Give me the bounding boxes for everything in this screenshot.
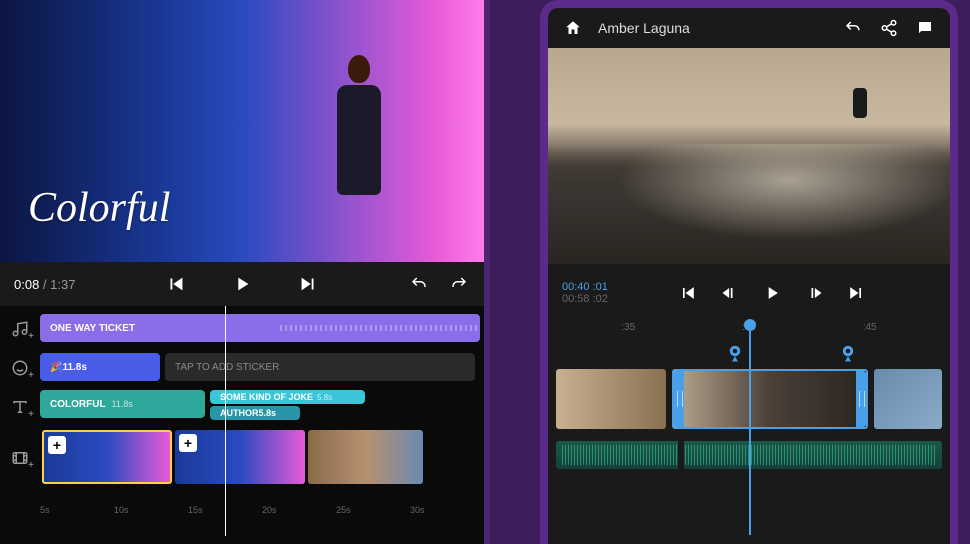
playback-bar: 0:08 / 1:37: [0, 262, 484, 306]
preview-wave: [548, 144, 950, 264]
timeline: [548, 341, 950, 469]
sticker-clip[interactable]: 🎉 11.8s: [40, 353, 160, 381]
playback-controls: [608, 283, 936, 303]
trim-handle-left[interactable]: [674, 371, 684, 427]
skip-back-button[interactable]: [678, 283, 698, 303]
undo-icon[interactable]: [842, 17, 864, 39]
prev-button[interactable]: [165, 273, 187, 295]
video-preview[interactable]: Colorful: [0, 0, 484, 262]
video-clip-3[interactable]: [308, 430, 423, 484]
video-clip-1[interactable]: + 35.8s: [42, 430, 172, 484]
add-sticker-prompt[interactable]: TAP TO ADD STICKER: [165, 353, 475, 381]
text-clip-joke[interactable]: SOME KIND OF JOKE5.8s: [210, 390, 365, 404]
preview-surfer: [840, 88, 880, 143]
video-clip-1[interactable]: [556, 369, 666, 429]
next-button[interactable]: [297, 273, 319, 295]
playhead[interactable]: [749, 325, 751, 535]
sticker-track: + 🎉 11.8s TAP TO ADD STICKER: [0, 351, 484, 385]
video-track: + + 35.8s +: [0, 429, 484, 487]
playback-controls: [85, 273, 398, 295]
project-title: Amber Laguna: [598, 20, 828, 36]
skip-fwd-button[interactable]: [846, 283, 866, 303]
music-icon[interactable]: +: [0, 312, 40, 346]
sticker-icon[interactable]: +: [0, 351, 40, 385]
playhead[interactable]: [225, 306, 226, 536]
title-overlay: Colorful: [28, 184, 170, 232]
playback-bar: 00:40 :01 00:58 :02: [548, 264, 950, 322]
marker-icon[interactable]: [726, 343, 744, 365]
undo-button[interactable]: [408, 273, 430, 295]
timecode-display: 00:40 :01 00:58 :02: [562, 281, 608, 305]
video-clip-2-selected[interactable]: [672, 369, 868, 429]
video-preview[interactable]: [548, 48, 950, 264]
frame-back-button[interactable]: [720, 283, 740, 303]
marker-icon[interactable]: [839, 343, 857, 365]
add-clip-button[interactable]: +: [179, 434, 197, 452]
text-clip-author[interactable]: AUTHOR5.8s: [210, 406, 300, 420]
audio-track: + ONE WAY TICKET: [0, 312, 484, 346]
time-display: 0:08 / 1:37: [14, 277, 75, 292]
video-clip-3[interactable]: [874, 369, 942, 429]
text-clip-main[interactable]: COLORFUL11.8s: [40, 390, 205, 418]
home-icon[interactable]: [562, 17, 584, 39]
history-controls: [408, 273, 470, 295]
play-button[interactable]: [231, 273, 253, 295]
app-header: Amber Laguna: [548, 8, 950, 48]
share-icon[interactable]: [878, 17, 900, 39]
audio-clip[interactable]: ONE WAY TICKET: [40, 314, 480, 342]
timeline: + ONE WAY TICKET + 🎉 11.8s TAP TO ADD ST…: [0, 306, 484, 515]
text-track: + COLORFUL11.8s SOME KIND OF JOKE5.8s AU…: [0, 390, 484, 424]
frame-fwd-button[interactable]: [804, 283, 824, 303]
video-icon[interactable]: +: [0, 441, 40, 475]
editor-app-left: Colorful 0:08 / 1:37 + ONE WAY TICKET: [0, 0, 490, 544]
video-clip-2[interactable]: +: [175, 430, 305, 484]
trim-handle-right[interactable]: [856, 371, 866, 427]
play-button[interactable]: [762, 283, 782, 303]
editor-app-right: Amber Laguna 00:40 :01 00:58 :02 :35:40:…: [540, 0, 958, 544]
text-icon[interactable]: +: [0, 390, 40, 424]
preview-subject: [324, 55, 394, 230]
audio-clip-divider: [678, 441, 684, 469]
redo-button[interactable]: [448, 273, 470, 295]
time-ruler: 5s10s15s20s25s30s: [0, 505, 484, 515]
comment-icon[interactable]: [914, 17, 936, 39]
add-clip-button[interactable]: +: [48, 436, 66, 454]
